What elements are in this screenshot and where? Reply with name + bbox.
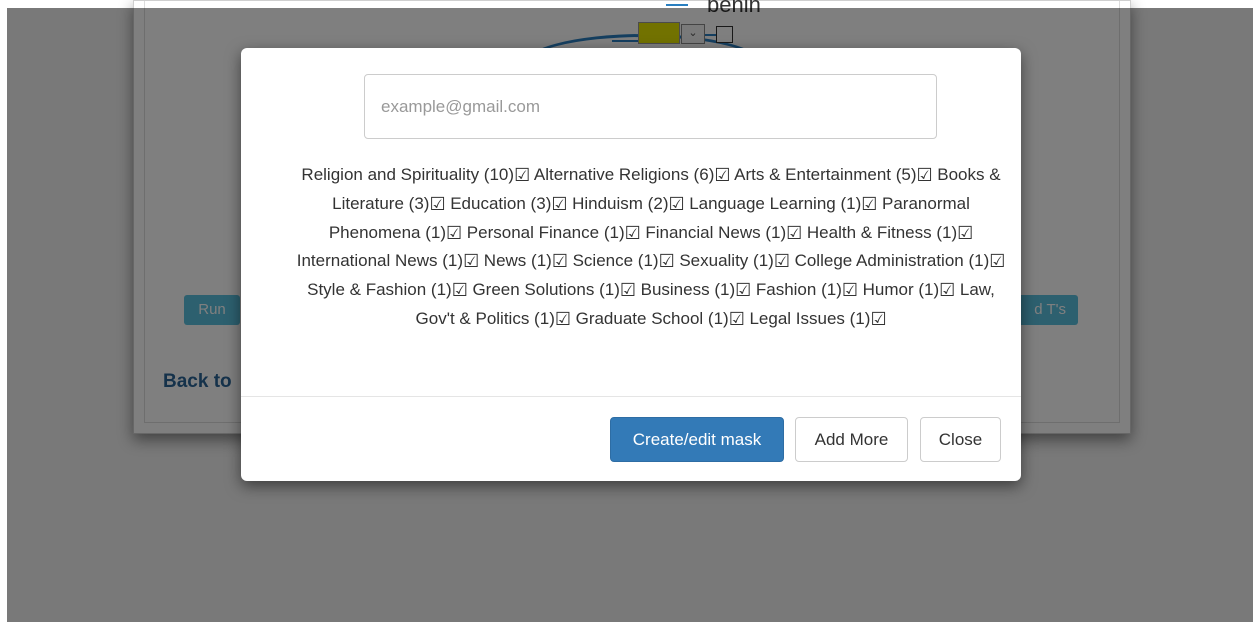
category-name: International News — [296, 251, 438, 271]
category-count: 10 — [489, 165, 509, 184]
category-count: 3 — [536, 193, 546, 213]
category-item: Language Learning (1)☑ — [689, 193, 878, 214]
category-name: Education — [450, 193, 526, 213]
category-count: 1 — [719, 280, 730, 300]
category-name: Style & Fashion — [307, 280, 427, 300]
category-name: Business — [640, 280, 710, 300]
checkbox-checked-icon[interactable]: ☑ — [729, 310, 745, 328]
create-mask-button[interactable]: Create/edit mask — [610, 417, 784, 462]
category-count: 1 — [942, 222, 952, 242]
category-item: Financial News (1)☑ — [645, 222, 803, 243]
category-item: Business (1)☑ — [640, 280, 752, 301]
category-count: 1 — [430, 222, 441, 242]
checkbox-checked-icon[interactable]: ☑ — [917, 166, 933, 184]
category-count: 1 — [924, 280, 934, 300]
checkbox-checked-icon[interactable]: ☑ — [555, 310, 571, 328]
checkbox-checked-icon[interactable]: ☑ — [861, 195, 877, 213]
category-name: Fashion — [755, 280, 817, 300]
checkbox-checked-icon[interactable]: ☑ — [659, 252, 675, 270]
category-item: Graduate School (1)☑ — [575, 308, 745, 329]
category-item: Arts & Entertainment (5)☑ — [734, 165, 933, 185]
category-count: 1 — [771, 222, 781, 242]
checkbox-checked-icon[interactable]: ☑ — [774, 252, 790, 270]
category-name: Sexuality — [679, 251, 749, 271]
checkbox-checked-icon[interactable]: ☑ — [786, 224, 802, 242]
category-item: Education (3)☑ — [450, 193, 568, 214]
category-count: 1 — [447, 251, 458, 271]
category-list: Religion and Spirituality (10)☑ Alternat… — [287, 161, 1015, 334]
checkbox-checked-icon[interactable]: ☑ — [939, 281, 955, 299]
category-count: 1 — [846, 193, 856, 213]
category-name: Arts & Entertainment — [734, 165, 891, 184]
checkbox-checked-icon[interactable]: ☑ — [989, 252, 1005, 270]
category-name: Language Learning — [689, 193, 836, 213]
category-name: Science — [572, 251, 634, 271]
category-name: Graduate School — [575, 308, 704, 328]
diagram-connector — [666, 4, 688, 6]
category-count: 3 — [414, 193, 424, 213]
category-name: College Administration — [794, 251, 964, 271]
category-name: Alternative Religions — [533, 165, 689, 184]
checkbox-checked-icon[interactable]: ☑ — [514, 166, 530, 184]
category-name: Green Solutions — [472, 280, 595, 300]
checkbox-checked-icon[interactable]: ☑ — [429, 195, 445, 213]
category-item: Fashion (1)☑ — [755, 280, 859, 301]
email-field[interactable] — [364, 74, 937, 139]
category-name: Legal Issues — [749, 308, 845, 328]
category-count: 1 — [826, 280, 837, 300]
checkbox-checked-icon[interactable]: ☑ — [625, 224, 641, 242]
checkbox-checked-icon[interactable]: ☑ — [452, 281, 468, 299]
category-item: Alternative Religions (6)☑ — [533, 165, 731, 185]
category-name: Financial News — [645, 222, 761, 242]
category-count: 1 — [536, 251, 547, 271]
modal-footer: Create/edit mask Add More Close — [241, 396, 1021, 481]
checkbox-checked-icon[interactable]: ☑ — [714, 166, 730, 184]
checkbox-checked-icon[interactable]: ☑ — [552, 252, 568, 270]
category-item: Style & Fashion (1)☑ — [307, 280, 468, 301]
category-name: Personal Finance — [466, 222, 600, 242]
checkbox-checked-icon[interactable]: ☑ — [463, 252, 479, 270]
category-count: 2 — [653, 193, 663, 213]
category-name: News — [483, 251, 527, 271]
category-count: 1 — [758, 251, 769, 271]
category-name: Humor — [862, 280, 914, 300]
category-name: Religion and Spirituality — [301, 165, 480, 184]
category-name: Hinduism — [572, 193, 643, 213]
category-count: 1 — [609, 222, 619, 242]
modal-dialog: Religion and Spirituality (10)☑ Alternat… — [241, 48, 1021, 481]
category-item: Health & Fitness (1)☑ — [806, 222, 974, 243]
checkbox-checked-icon[interactable]: ☑ — [551, 195, 567, 213]
category-count: 5 — [901, 165, 911, 184]
category-count: 1 — [643, 251, 653, 271]
category-item: News (1)☑ — [483, 251, 568, 272]
category-item: College Administration (1)☑ — [794, 251, 1006, 272]
checkbox-checked-icon[interactable]: ☑ — [446, 224, 462, 242]
category-count: 1 — [604, 280, 615, 300]
category-item: Sexuality (1)☑ — [679, 251, 790, 272]
checkbox-checked-icon[interactable]: ☑ — [735, 281, 751, 299]
close-button[interactable]: Close — [920, 417, 1001, 462]
category-count: 1 — [539, 308, 550, 328]
category-count: 1 — [436, 280, 447, 300]
checkbox-checked-icon[interactable]: ☑ — [957, 224, 973, 242]
category-name: Health & Fitness — [806, 222, 932, 242]
left-strip — [0, 0, 7, 622]
category-item: Humor (1)☑ — [862, 280, 956, 301]
checkbox-checked-icon[interactable]: ☑ — [620, 281, 636, 299]
category-item: Hinduism (2)☑ — [572, 193, 685, 214]
category-count: 1 — [855, 308, 865, 328]
category-item: Religion and Spirituality (10)☑ — [301, 165, 531, 185]
category-count: 1 — [713, 308, 724, 328]
checkbox-checked-icon[interactable]: ☑ — [870, 310, 886, 328]
category-item: Legal Issues (1)☑ — [749, 308, 887, 329]
checkbox-checked-icon[interactable]: ☑ — [842, 281, 858, 299]
checkbox-checked-icon[interactable]: ☑ — [668, 195, 684, 213]
category-item: Personal Finance (1)☑ — [466, 222, 641, 243]
category-item: Science (1)☑ — [572, 251, 675, 272]
category-item: International News (1)☑ — [296, 251, 480, 272]
category-count: 6 — [699, 165, 709, 184]
add-more-button[interactable]: Add More — [795, 417, 908, 462]
category-count: 1 — [974, 251, 984, 271]
category-item: Green Solutions (1)☑ — [472, 280, 637, 301]
